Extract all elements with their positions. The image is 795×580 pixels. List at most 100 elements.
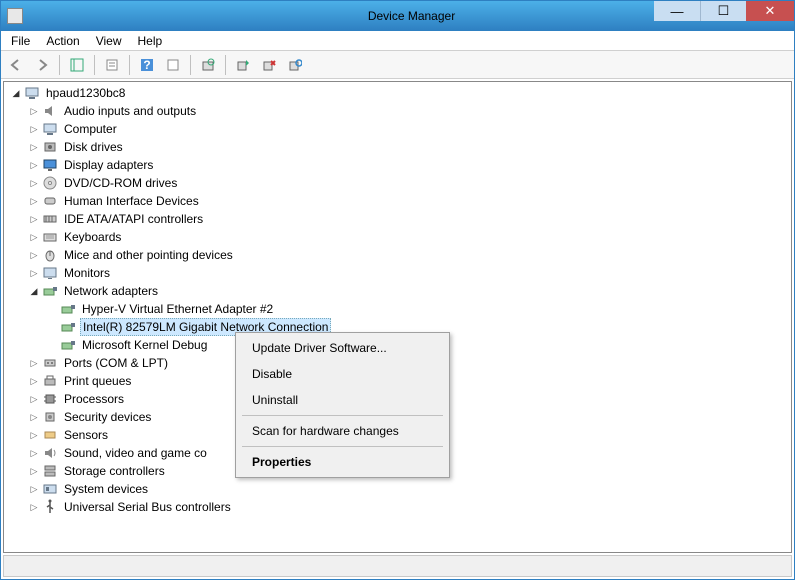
expander-icon[interactable]: ▷	[28, 393, 40, 405]
tree-item-label[interactable]: Ports (COM & LPT)	[62, 355, 170, 371]
tree-item-label[interactable]: System devices	[62, 481, 150, 497]
expander-icon[interactable]: ▷	[28, 465, 40, 477]
titlebar[interactable]: Device Manager — ☐ ✕	[1, 1, 794, 31]
category-disk[interactable]: ▷ Disk drives	[4, 138, 791, 156]
network-icon	[60, 337, 76, 353]
expander-icon[interactable]: ▷	[28, 105, 40, 117]
security-icon	[42, 409, 58, 425]
category-usb[interactable]: ▷ Universal Serial Bus controllers	[4, 498, 791, 516]
cd-icon	[42, 175, 58, 191]
expander-icon[interactable]: ▷	[28, 483, 40, 495]
context-menu-separator	[242, 415, 443, 416]
category-hid[interactable]: ▷ Human Interface Devices	[4, 192, 791, 210]
context-menu-item[interactable]: Scan for hardware changes	[238, 418, 447, 444]
device-item[interactable]: Hyper-V Virtual Ethernet Adapter #2	[4, 300, 791, 318]
update-driver-icon[interactable]	[232, 54, 254, 76]
context-menu-item[interactable]: Update Driver Software...	[238, 335, 447, 361]
expander-icon[interactable]: ▷	[28, 447, 40, 459]
tree-item-label[interactable]: Audio inputs and outputs	[62, 103, 198, 119]
tree-item-label[interactable]: hpaud1230bc8	[44, 85, 127, 101]
tree-item-label[interactable]: Microsoft Kernel Debug	[80, 337, 209, 353]
forward-button[interactable]	[31, 54, 53, 76]
tree-item-label[interactable]: Human Interface Devices	[62, 193, 201, 209]
tree-item-label[interactable]: Keyboards	[62, 229, 123, 245]
tree-item-label[interactable]: Sound, video and game co	[62, 445, 209, 461]
expander-icon[interactable]: ▷	[28, 411, 40, 423]
category-system[interactable]: ▷ System devices	[4, 480, 791, 498]
device-tree[interactable]: ◢ hpaud1230bc8 ▷ Audio inputs and outputs ▷ C…	[3, 81, 792, 553]
tree-item-label[interactable]: Sensors	[62, 427, 110, 443]
category-mouse[interactable]: ▷ Mice and other pointing devices	[4, 246, 791, 264]
context-menu-item[interactable]: Properties	[238, 449, 447, 475]
tree-item-label[interactable]: Mice and other pointing devices	[62, 247, 235, 263]
expander-icon[interactable]: ▷	[28, 159, 40, 171]
tree-item-label[interactable]: Processors	[62, 391, 126, 407]
tree-item-label[interactable]: Display adapters	[62, 157, 155, 173]
tree-item-label[interactable]: Storage controllers	[62, 463, 167, 479]
expander-icon[interactable]: ▷	[28, 195, 40, 207]
tree-item-label[interactable]: Monitors	[62, 265, 112, 281]
speaker-icon	[42, 103, 58, 119]
category-speaker[interactable]: ▷ Audio inputs and outputs	[4, 102, 791, 120]
expander-icon[interactable]: ▷	[28, 429, 40, 441]
scan-button[interactable]	[197, 54, 219, 76]
maximize-button[interactable]: ☐	[700, 1, 746, 21]
storage-icon	[42, 463, 58, 479]
category-computer[interactable]: ▷ Computer	[4, 120, 791, 138]
tree-item-label[interactable]: Computer	[62, 121, 119, 137]
tree-item-label[interactable]: Disk drives	[62, 139, 125, 155]
expander-icon[interactable]: ▷	[28, 267, 40, 279]
monitor-icon	[42, 265, 58, 281]
expander-icon[interactable]: ▷	[28, 501, 40, 513]
expander-icon[interactable]: ◢	[28, 285, 40, 297]
menu-help[interactable]: Help	[130, 32, 171, 50]
expander-icon[interactable]: ◢	[10, 87, 22, 99]
ide-icon	[42, 211, 58, 227]
expander-icon[interactable]: ▷	[28, 249, 40, 261]
tree-item-label[interactable]: Universal Serial Bus controllers	[62, 499, 233, 515]
expander-icon	[46, 339, 58, 351]
tree-item-label[interactable]: DVD/CD-ROM drives	[62, 175, 179, 191]
menu-file[interactable]: File	[3, 32, 38, 50]
category-network[interactable]: ◢ Network adapters	[4, 282, 791, 300]
expander-icon[interactable]: ▷	[28, 141, 40, 153]
expander-icon[interactable]: ▷	[28, 123, 40, 135]
expander-icon	[46, 321, 58, 333]
menu-view[interactable]: View	[88, 32, 130, 50]
root-node[interactable]: ◢ hpaud1230bc8	[4, 84, 791, 102]
category-ide[interactable]: ▷ IDE ATA/ATAPI controllers	[4, 210, 791, 228]
category-cd[interactable]: ▷ DVD/CD-ROM drives	[4, 174, 791, 192]
expander-icon[interactable]: ▷	[28, 177, 40, 189]
show-hide-button[interactable]	[66, 54, 88, 76]
port-icon	[42, 355, 58, 371]
tree-item-label[interactable]: IDE ATA/ATAPI controllers	[62, 211, 205, 227]
properties-button[interactable]	[101, 54, 123, 76]
tree-item-label[interactable]: Network adapters	[62, 283, 160, 299]
category-keyboard[interactable]: ▷ Keyboards	[4, 228, 791, 246]
expander-icon	[46, 303, 58, 315]
tree-item-label[interactable]: Print queues	[62, 373, 133, 389]
category-monitor[interactable]: ▷ Monitors	[4, 264, 791, 282]
tree-item-label[interactable]: Hyper-V Virtual Ethernet Adapter #2	[80, 301, 275, 317]
expander-icon[interactable]: ▷	[28, 375, 40, 387]
context-menu-item[interactable]: Disable	[238, 361, 447, 387]
close-button[interactable]: ✕	[746, 1, 794, 21]
mouse-icon	[42, 247, 58, 263]
category-display[interactable]: ▷ Display adapters	[4, 156, 791, 174]
menu-action[interactable]: Action	[38, 32, 87, 50]
expander-icon[interactable]: ▷	[28, 213, 40, 225]
expander-icon[interactable]: ▷	[28, 357, 40, 369]
keyboard-icon	[42, 229, 58, 245]
disable-icon[interactable]	[258, 54, 280, 76]
back-button[interactable]	[5, 54, 27, 76]
display-icon	[42, 157, 58, 173]
tree-item-label[interactable]: Security devices	[62, 409, 153, 425]
help-button[interactable]: ?	[136, 54, 158, 76]
context-menu-item[interactable]: Uninstall	[238, 387, 447, 413]
uninstall-icon[interactable]	[284, 54, 306, 76]
network-icon	[60, 319, 76, 335]
action-button[interactable]	[162, 54, 184, 76]
expander-icon[interactable]: ▷	[28, 231, 40, 243]
menubar: File Action View Help	[1, 31, 794, 51]
minimize-button[interactable]: —	[654, 1, 700, 21]
